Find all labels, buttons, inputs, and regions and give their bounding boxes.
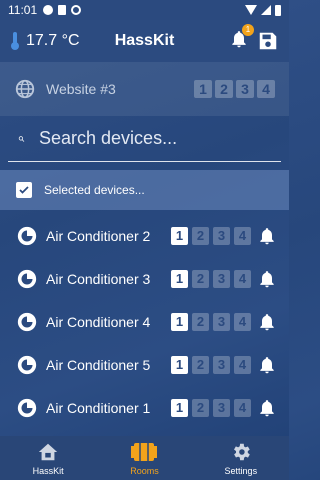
device-button-1[interactable]: 1 xyxy=(171,355,188,374)
website-button-4[interactable]: 4 xyxy=(257,80,275,98)
search-icon xyxy=(18,135,25,142)
temperature-value: 17.7 °C xyxy=(26,32,80,49)
list-item[interactable]: Air Conditioner 5 1 2 3 4 xyxy=(0,343,289,386)
bottom-navigation: HassKit Rooms Settings xyxy=(0,436,289,480)
bell-icon[interactable] xyxy=(257,355,277,375)
device-button-2[interactable]: 2 xyxy=(192,398,209,417)
device-name: Air Conditioner 5 xyxy=(46,356,151,373)
nav-label: Rooms xyxy=(130,465,159,476)
device-number-buttons: 1 2 3 4 xyxy=(171,398,251,417)
rooms-icon xyxy=(131,442,158,461)
nav-item-settings[interactable]: Settings xyxy=(201,441,281,476)
globe-icon xyxy=(15,79,35,99)
list-item[interactable]: Air Conditioner 3 1 2 3 4 xyxy=(0,257,289,300)
device-button-3[interactable]: 3 xyxy=(213,355,230,374)
search-bar xyxy=(8,116,281,162)
air-conditioner-icon xyxy=(17,398,37,417)
notification-badge: 1 xyxy=(242,23,254,36)
selected-checkbox[interactable] xyxy=(16,182,32,198)
device-number-buttons: 1 2 3 4 xyxy=(171,312,251,331)
device-button-2[interactable]: 2 xyxy=(192,226,209,245)
nav-label: Settings xyxy=(224,465,258,476)
device-button-4[interactable]: 4 xyxy=(234,355,251,374)
air-conditioner-icon xyxy=(17,355,37,374)
air-conditioner-icon xyxy=(17,269,37,288)
gear-icon xyxy=(233,443,250,460)
selected-devices-label: Selected devices... xyxy=(44,183,145,197)
website-row[interactable]: Website #3 1 2 3 4 xyxy=(0,62,289,116)
device-name: Air Conditioner 4 xyxy=(46,313,151,330)
device-name: Air Conditioner 1 xyxy=(46,399,151,416)
device-button-4[interactable]: 4 xyxy=(234,398,251,417)
check-icon xyxy=(19,186,29,194)
website-button-1[interactable]: 1 xyxy=(194,80,212,98)
air-conditioner-icon xyxy=(17,226,37,245)
save-icon[interactable] xyxy=(257,30,279,52)
device-button-2[interactable]: 2 xyxy=(192,355,209,374)
selected-devices-bar[interactable]: Selected devices... xyxy=(0,170,289,210)
app-header: 17.7 °C HassKit 1 xyxy=(0,20,289,62)
search-input[interactable] xyxy=(39,128,271,149)
device-button-1[interactable]: 1 xyxy=(171,312,188,331)
device-button-2[interactable]: 2 xyxy=(192,269,209,288)
device-button-4[interactable]: 4 xyxy=(234,269,251,288)
device-button-3[interactable]: 3 xyxy=(213,312,230,331)
device-number-buttons: 1 2 3 4 xyxy=(171,226,251,245)
device-name: Air Conditioner 3 xyxy=(46,270,151,287)
nav-label: HassKit xyxy=(32,465,64,476)
sync-icon xyxy=(71,5,82,15)
notification-dot-icon xyxy=(43,5,54,15)
battery-icon xyxy=(275,4,281,16)
bell-icon[interactable] xyxy=(257,269,277,289)
nav-item-hasskit[interactable]: HassKit xyxy=(8,441,88,476)
air-conditioner-icon xyxy=(17,312,37,331)
list-item[interactable]: Air Conditioner 1 1 2 3 4 xyxy=(0,386,289,429)
website-button-3[interactable]: 3 xyxy=(236,80,254,98)
temperature-display[interactable]: 17.7 °C xyxy=(10,31,80,51)
notifications-button[interactable]: 1 xyxy=(229,23,254,54)
bell-icon[interactable] xyxy=(257,398,277,418)
device-button-4[interactable]: 4 xyxy=(234,226,251,245)
device-button-1[interactable]: 1 xyxy=(171,398,188,417)
signal-icon xyxy=(261,5,271,15)
bell-icon[interactable] xyxy=(257,312,277,332)
device-name: Air Conditioner 2 xyxy=(46,227,151,244)
device-button-3[interactable]: 3 xyxy=(213,226,230,245)
device-list: Air Conditioner 2 1 2 3 4 Air Conditione… xyxy=(0,214,289,429)
website-label: Website #3 xyxy=(46,81,116,97)
device-button-1[interactable]: 1 xyxy=(171,269,188,288)
status-time: 11:01 xyxy=(8,3,38,17)
device-button-1[interactable]: 1 xyxy=(171,226,188,245)
list-item[interactable]: Air Conditioner 2 1 2 3 4 xyxy=(0,214,289,257)
bell-icon[interactable] xyxy=(257,226,277,246)
sd-card-icon xyxy=(58,5,67,15)
device-number-buttons: 1 2 3 4 xyxy=(171,269,251,288)
device-button-3[interactable]: 3 xyxy=(213,398,230,417)
nav-item-rooms[interactable]: Rooms xyxy=(104,441,184,476)
status-bar: 11:01 xyxy=(0,0,289,20)
list-item[interactable]: Air Conditioner 4 1 2 3 4 xyxy=(0,300,289,343)
wifi-icon xyxy=(245,5,257,15)
website-number-buttons: 1 2 3 4 xyxy=(194,80,275,98)
website-button-2[interactable]: 2 xyxy=(215,80,233,98)
device-button-3[interactable]: 3 xyxy=(213,269,230,288)
device-button-2[interactable]: 2 xyxy=(192,312,209,331)
home-icon xyxy=(38,443,58,460)
thermometer-icon xyxy=(11,32,19,50)
device-number-buttons: 1 2 3 4 xyxy=(171,355,251,374)
device-button-4[interactable]: 4 xyxy=(234,312,251,331)
